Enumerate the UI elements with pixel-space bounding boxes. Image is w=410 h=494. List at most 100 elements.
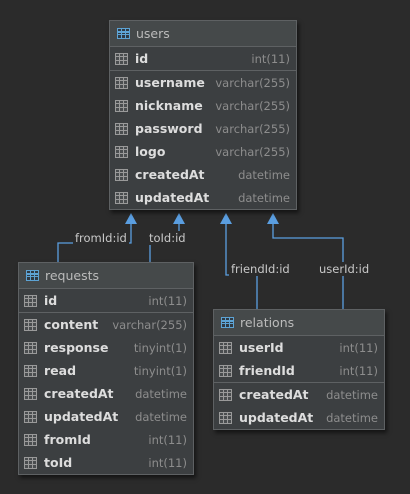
column-name: createdAt [44, 386, 114, 401]
column-row[interactable]: createdAt datetime [110, 163, 296, 186]
column-icon [219, 341, 232, 354]
column-row[interactable]: logo varchar(255) [110, 140, 296, 163]
table-header[interactable]: relations [214, 310, 384, 336]
column-row[interactable]: id int(11) [19, 289, 193, 312]
column-row[interactable]: id int(11) [110, 47, 296, 70]
column-row[interactable]: password varchar(255) [110, 117, 296, 140]
column-name: response [44, 340, 109, 355]
relationship-label: userId:id [317, 262, 372, 276]
table-header[interactable]: users [110, 21, 296, 47]
arrowhead-icon [125, 213, 137, 224]
table-requests[interactable]: requests id int(11) content varchar(255) resp… [18, 262, 194, 475]
column-icon [24, 387, 37, 400]
column-row[interactable]: username varchar(255) [110, 71, 296, 94]
column-icon [24, 433, 37, 446]
arrowhead-icon [267, 213, 279, 224]
column-type: datetime [326, 387, 378, 402]
column-name: read [44, 363, 77, 378]
table-icon [221, 317, 234, 328]
column-type: varchar(255) [215, 121, 290, 136]
table-name: relations [240, 315, 295, 330]
table-name: requests [45, 268, 100, 283]
key-column-section: userId int(11) friendId int(11) [214, 336, 384, 383]
column-icon [24, 294, 37, 307]
column-type: varchar(255) [215, 144, 290, 159]
column-type: datetime [326, 410, 378, 425]
table-relations[interactable]: relations userId int(11) friendId int(11) cre… [213, 309, 385, 430]
arrowhead-icon [173, 213, 185, 224]
column-type: datetime [238, 167, 290, 182]
column-row[interactable]: response tinyint(1) [19, 336, 193, 359]
column-row[interactable]: updatedAt datetime [19, 405, 193, 428]
column-type: int(11) [251, 51, 290, 66]
column-name: nickname [135, 98, 203, 113]
column-section: username varchar(255) nickname varchar(255)… [110, 71, 296, 209]
table-icon [117, 28, 130, 39]
relationship-label: toId:id [147, 231, 188, 245]
column-name: username [135, 75, 205, 90]
column-section: createdAt datetime updatedAt datetime [214, 383, 384, 429]
column-name: id [44, 293, 58, 308]
table-header[interactable]: requests [19, 263, 193, 289]
diagram-canvas: users id int(11) username varchar(255) nickna… [0, 0, 410, 494]
column-name: updatedAt [44, 409, 119, 424]
key-column-section: id int(11) [19, 289, 193, 313]
column-row[interactable]: read tinyint(1) [19, 359, 193, 382]
column-type: int(11) [339, 363, 378, 378]
key-column-section: id int(11) [110, 47, 296, 71]
column-icon [115, 52, 128, 65]
relationship-label: friendId:id [229, 262, 292, 276]
column-icon [115, 191, 128, 204]
column-name: updatedAt [239, 410, 314, 425]
column-row[interactable]: fromId int(11) [19, 428, 193, 451]
column-row[interactable]: createdAt datetime [19, 382, 193, 405]
column-type: int(11) [148, 432, 187, 447]
column-icon [115, 76, 128, 89]
column-name: createdAt [239, 387, 309, 402]
column-type: datetime [135, 386, 187, 401]
column-row[interactable]: content varchar(255) [19, 313, 193, 336]
column-name: password [135, 121, 203, 136]
column-icon [115, 122, 128, 135]
column-name: friendId [239, 363, 295, 378]
table-name: users [136, 26, 170, 41]
column-icon [219, 411, 232, 424]
column-type: tinyint(1) [133, 363, 187, 378]
arrowhead-icon [220, 213, 232, 224]
column-row[interactable]: updatedAt datetime [110, 186, 296, 209]
column-icon [24, 364, 37, 377]
column-icon [219, 364, 232, 377]
column-name: id [135, 51, 149, 66]
column-type: int(11) [339, 340, 378, 355]
column-icon [115, 99, 128, 112]
column-type: varchar(255) [112, 317, 187, 332]
column-row[interactable]: friendId int(11) [214, 359, 384, 382]
column-type: varchar(255) [215, 98, 290, 113]
column-row[interactable]: toId int(11) [19, 451, 193, 474]
column-name: userId [239, 340, 284, 355]
column-name: toId [44, 455, 73, 470]
column-icon [24, 318, 37, 331]
column-row[interactable]: userId int(11) [214, 336, 384, 359]
column-type: varchar(255) [215, 75, 290, 90]
column-type: int(11) [148, 293, 187, 308]
table-icon [26, 270, 39, 281]
relationship-label: fromId:id [73, 231, 129, 245]
column-name: fromId [44, 432, 91, 447]
column-icon [24, 456, 37, 469]
column-type: int(11) [148, 455, 187, 470]
column-type: datetime [135, 409, 187, 424]
column-name: createdAt [135, 167, 205, 182]
column-row[interactable]: createdAt datetime [214, 383, 384, 406]
column-icon [115, 145, 128, 158]
column-row[interactable]: nickname varchar(255) [110, 94, 296, 117]
column-icon [24, 341, 37, 354]
column-row[interactable]: updatedAt datetime [214, 406, 384, 429]
column-section: content varchar(255) response tinyint(1) rea… [19, 313, 193, 474]
column-name: logo [135, 144, 166, 159]
column-icon [24, 410, 37, 423]
table-users[interactable]: users id int(11) username varchar(255) nickna… [109, 20, 297, 210]
column-name: content [44, 317, 99, 332]
column-name: updatedAt [135, 190, 210, 205]
column-icon [115, 168, 128, 181]
